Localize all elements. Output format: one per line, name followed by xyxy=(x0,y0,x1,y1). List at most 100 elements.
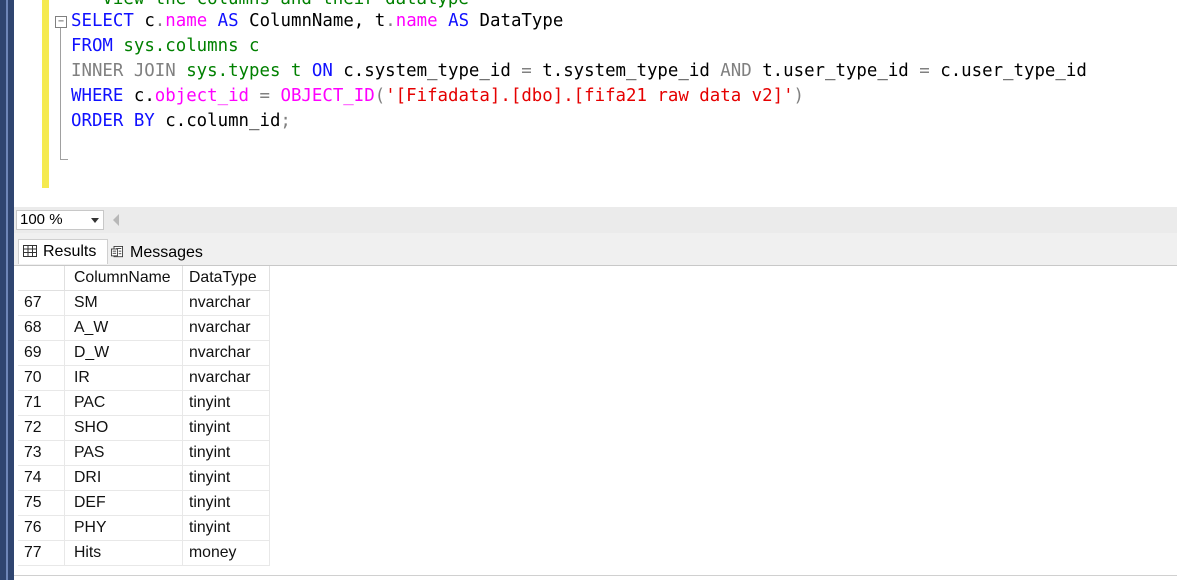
comment-text: -- View the columns and their datatype xyxy=(71,0,469,9)
code-line-4[interactable]: WHERE c.object_id = OBJECT_ID('[Fifadata… xyxy=(71,84,804,109)
operator-equals: = xyxy=(521,61,532,81)
collapse-minus-icon[interactable]: − xyxy=(55,16,67,28)
grid-icon xyxy=(23,245,37,257)
table-row[interactable]: 68 A_W nvarchar xyxy=(18,315,270,341)
string-literal: '[Fifadata].[dbo].[fifa21 raw data v2]' xyxy=(385,86,794,106)
paren: ( xyxy=(374,86,386,106)
zoom-value: 100 % xyxy=(20,211,63,228)
keyword-as: AS xyxy=(217,11,239,31)
scroll-left-arrow-icon[interactable] xyxy=(113,214,119,226)
cell-datatype[interactable]: nvarchar xyxy=(182,315,270,341)
cell-columnname[interactable]: IR xyxy=(64,365,183,391)
cell-datatype[interactable]: nvarchar xyxy=(182,365,270,391)
join-cond: t.system_type_id xyxy=(542,61,710,81)
alias-columnname: ColumnName, xyxy=(249,11,365,31)
tab-messages[interactable]: Messages xyxy=(106,241,212,266)
cell-datatype[interactable]: nvarchar xyxy=(182,340,270,366)
cell-columnname[interactable]: PAC xyxy=(64,390,183,416)
table-row[interactable]: 71 PAC tinyint xyxy=(18,390,270,416)
row-number[interactable]: 72 xyxy=(18,415,65,441)
paren: ) xyxy=(793,86,805,106)
name-column: name xyxy=(165,11,208,31)
cell-datatype[interactable]: money xyxy=(182,540,270,566)
change-tracking-margin xyxy=(42,0,49,188)
code-line-3[interactable]: INNER JOIN sys.types t ON c.system_type_… xyxy=(71,59,1087,84)
cell-columnname[interactable]: DRI xyxy=(64,465,183,491)
row-number[interactable]: 71 xyxy=(18,390,65,416)
table-row[interactable]: 72 SHO tinyint xyxy=(18,415,270,441)
row-number[interactable]: 76 xyxy=(18,515,65,541)
outline-line xyxy=(60,28,61,160)
cell-columnname[interactable]: PHY xyxy=(64,515,183,541)
cell-columnname[interactable]: Hits xyxy=(64,540,183,566)
results-grid[interactable]: ColumnName DataType 67 SM nvarchar 68 A_W nv… xyxy=(18,266,270,566)
function-object-id: OBJECT_ID xyxy=(280,86,375,106)
keyword-and: AND xyxy=(720,61,752,81)
join-cond: t.user_type_id xyxy=(762,61,909,81)
cell-datatype[interactable]: tinyint xyxy=(182,515,270,541)
left-window-strip xyxy=(0,0,15,580)
keyword-order-by: ORDER BY xyxy=(71,111,155,131)
cell-datatype[interactable]: tinyint xyxy=(182,390,270,416)
outline-end xyxy=(60,159,68,160)
cell-datatype[interactable]: nvarchar xyxy=(182,290,270,316)
source-table: sys.columns c xyxy=(123,36,260,56)
grid-bottom-edge xyxy=(14,575,1177,576)
alias-c: c. xyxy=(133,86,155,106)
row-number[interactable]: 67 xyxy=(18,290,65,316)
operator-equals: = xyxy=(919,61,930,81)
keyword-inner-join: INNER JOIN xyxy=(71,61,176,81)
join-cond: c.user_type_id xyxy=(940,61,1087,81)
tab-results[interactable]: Results xyxy=(18,239,108,264)
cell-datatype[interactable]: tinyint xyxy=(182,490,270,516)
table-row[interactable]: 75 DEF tinyint xyxy=(18,490,270,516)
table-row[interactable]: 77 Hits money xyxy=(18,540,270,566)
cell-columnname[interactable]: SHO xyxy=(64,415,183,441)
header-datatype[interactable]: DataType xyxy=(182,266,270,291)
zoom-select[interactable]: 100 % xyxy=(16,210,104,230)
semicolon: ; xyxy=(280,111,291,131)
cell-columnname[interactable]: PAS xyxy=(64,440,183,466)
chevron-down-icon[interactable] xyxy=(91,218,99,223)
row-number[interactable]: 73 xyxy=(18,440,65,466)
cell-datatype[interactable]: tinyint xyxy=(182,440,270,466)
header-columnname[interactable]: ColumnName xyxy=(64,266,183,291)
results-grid-pane[interactable]: ColumnName DataType 67 SM nvarchar 68 A_W nv… xyxy=(14,265,1177,581)
tab-messages-label: Messages xyxy=(130,244,203,261)
order-column: c.column_id xyxy=(165,111,281,131)
table-row[interactable]: 70 IR nvarchar xyxy=(18,365,270,391)
keyword-where: WHERE xyxy=(71,86,124,106)
dot: . xyxy=(385,11,396,31)
cell-datatype[interactable]: tinyint xyxy=(182,415,270,441)
row-number[interactable]: 70 xyxy=(18,365,65,391)
code-line-5[interactable]: ORDER BY c.column_id; xyxy=(71,109,291,134)
cell-datatype[interactable]: tinyint xyxy=(182,465,270,491)
cell-columnname[interactable]: D_W xyxy=(64,340,183,366)
join-table: sys.types t xyxy=(186,61,302,81)
query-editor[interactable]: − -- View the columns and their datatype… xyxy=(14,0,1177,207)
table-row[interactable]: 69 D_W nvarchar xyxy=(18,340,270,366)
code-line-2[interactable]: FROM sys.columns c xyxy=(71,34,260,59)
row-number[interactable]: 68 xyxy=(18,315,65,341)
code-line-1[interactable]: SELECT c.name AS ColumnName, t.name AS D… xyxy=(71,9,563,34)
table-row[interactable]: 74 DRI tinyint xyxy=(18,465,270,491)
keyword-select: SELECT xyxy=(71,11,134,31)
table-row[interactable]: 73 PAS tinyint xyxy=(18,440,270,466)
row-number[interactable]: 74 xyxy=(18,465,65,491)
tab-results-label: Results xyxy=(43,243,97,260)
row-number[interactable]: 77 xyxy=(18,540,65,566)
alias-c: c xyxy=(144,11,155,31)
row-number[interactable]: 75 xyxy=(18,490,65,516)
keyword-as: AS xyxy=(448,11,470,31)
cell-columnname[interactable]: SM xyxy=(64,290,183,316)
table-row[interactable]: 76 PHY tinyint xyxy=(18,515,270,541)
name-column: name xyxy=(395,11,438,31)
cell-columnname[interactable]: DEF xyxy=(64,490,183,516)
cell-columnname[interactable]: A_W xyxy=(64,315,183,341)
left-window-strip-accent xyxy=(6,0,8,580)
table-row[interactable]: 67 SM nvarchar xyxy=(18,290,270,316)
row-number[interactable]: 69 xyxy=(18,340,65,366)
dot: . xyxy=(154,11,166,31)
header-rownum[interactable] xyxy=(18,266,65,291)
operator-equals: = xyxy=(259,86,270,106)
